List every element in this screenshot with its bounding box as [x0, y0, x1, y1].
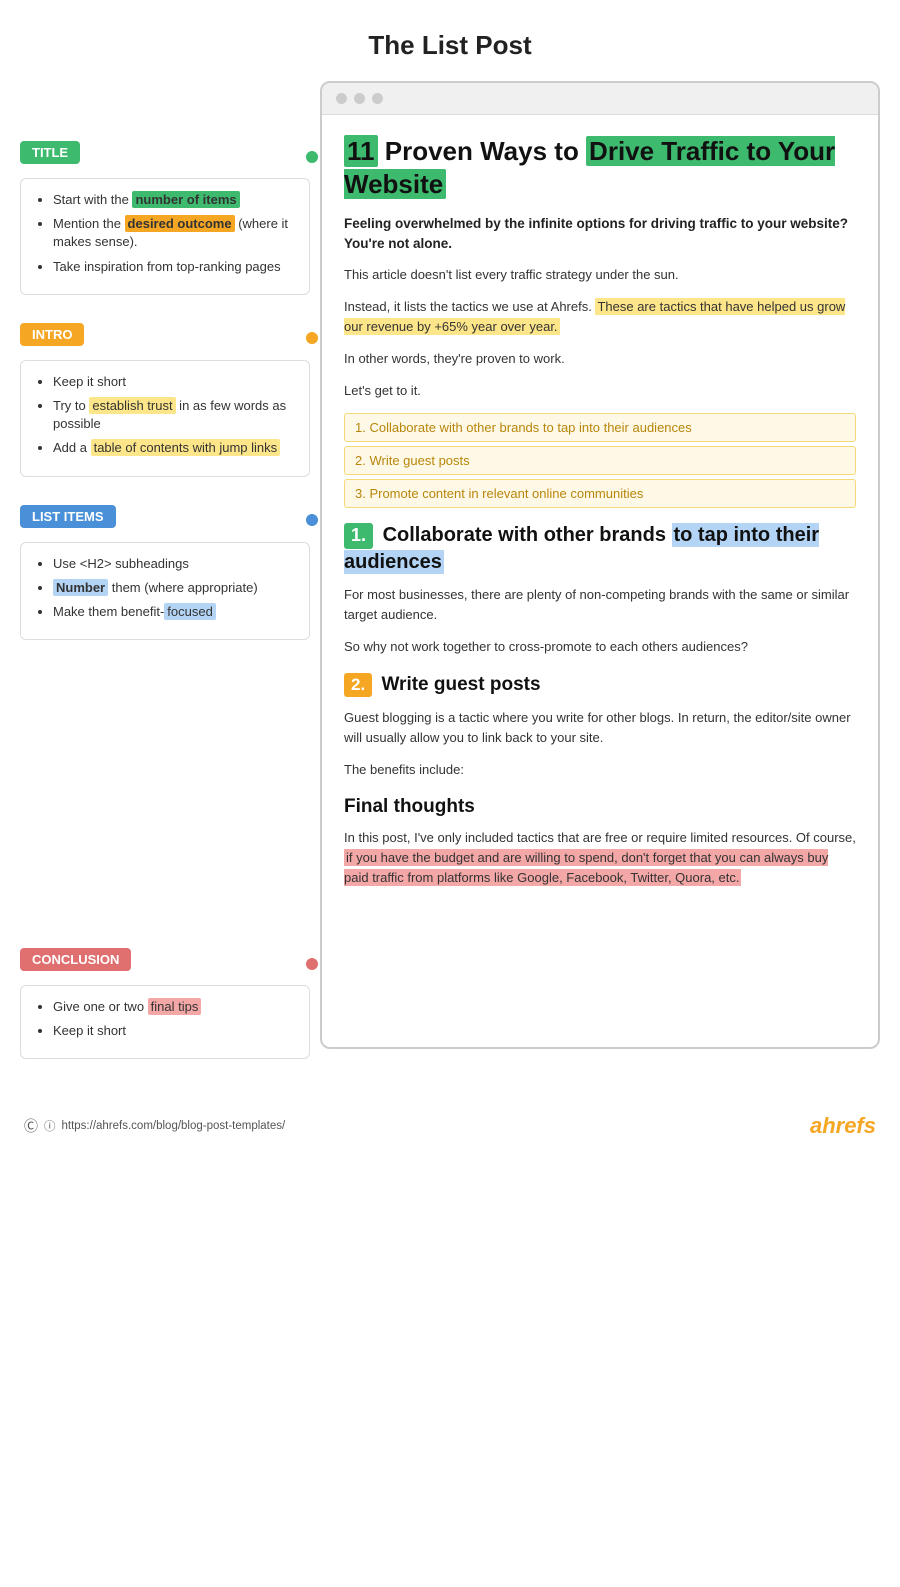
- intro-item-3: Add a table of contents with jump links: [53, 439, 295, 457]
- conclusion-box: Give one or two final tips Keep it short: [20, 985, 310, 1059]
- intro-box: Keep it short Try to establish trust in …: [20, 360, 310, 477]
- final-thoughts-para: In this post, I've only included tactics…: [344, 828, 856, 888]
- final-thoughts-heading: Final thoughts: [344, 796, 856, 818]
- para-2: Instead, it lists the tactics we use at …: [344, 297, 856, 337]
- number-highlight: Number: [53, 579, 108, 596]
- title-item-3: Take inspiration from top-ranking pages: [53, 258, 295, 276]
- ahrefs-logo: ahrefs: [810, 1113, 876, 1139]
- article-title: 11 Proven Ways to Drive Traffic to Your …: [344, 135, 856, 200]
- toc-item-2[interactable]: 2. Write guest posts: [344, 446, 856, 475]
- section-1-para-1: For most businesses, there are plenty of…: [344, 585, 856, 625]
- list-item-1: Use <H2> subheadings: [53, 555, 295, 573]
- section-2-heading: 2. Write guest posts: [344, 673, 856, 698]
- browser-dot-3: [372, 93, 383, 104]
- para-3: In other words, they're proven to work.: [344, 349, 856, 369]
- para-2-start: Instead, it lists the tactics we use at …: [344, 299, 595, 314]
- title-item-2: Mention the desired outcome (where it ma…: [53, 215, 295, 251]
- title-number: 11: [344, 135, 378, 167]
- intro-item-2: Try to establish trust in as few words a…: [53, 397, 295, 433]
- list-items-annotation: LIST ITEMS Use <H2> subheadings Number t…: [20, 505, 310, 641]
- title-label: TITLE: [20, 141, 80, 164]
- section-2-number: 2.: [344, 673, 372, 697]
- info-icon: ⓘ: [44, 1118, 56, 1134]
- conclusion-annotation: CONCLUSION Give one or two final tips Ke…: [20, 948, 310, 1059]
- intro-label: INTRO: [20, 323, 84, 346]
- list-item-3: Make them benefit-focused: [53, 603, 295, 621]
- desired-outcome-highlight: desired outcome: [125, 215, 235, 232]
- establish-trust-highlight: establish trust: [89, 397, 175, 414]
- intro-bold: Feeling overwhelmed by the infinite opti…: [344, 214, 856, 255]
- intro-item-1: Keep it short: [53, 373, 295, 391]
- section-1-heading-text: Collaborate with other brands: [383, 524, 672, 546]
- browser-bar: [322, 83, 878, 115]
- list-items-box: Use <H2> subheadings Number them (where …: [20, 542, 310, 641]
- browser-dot-1: [336, 93, 347, 104]
- section-1-para-2: So why not work together to cross-promot…: [344, 637, 856, 657]
- toc-item-3[interactable]: 3. Promote content in relevant online co…: [344, 479, 856, 508]
- toc-item-1[interactable]: 1. Collaborate with other brands to tap …: [344, 413, 856, 442]
- list-item-2: Number them (where appropriate): [53, 579, 295, 597]
- title-annotation: TITLE Start with the number of items Men…: [20, 141, 310, 295]
- list-items-label: LIST ITEMS: [20, 505, 116, 528]
- section-1-heading: 1. Collaborate with other brands to tap …: [344, 522, 856, 574]
- browser-content: 11 Proven Ways to Drive Traffic to Your …: [322, 115, 878, 921]
- conclusion-item-2: Keep it short: [53, 1022, 295, 1040]
- para-1: This article doesn't list every traffic …: [344, 265, 856, 285]
- section-2-para-1: Guest blogging is a tactic where you wri…: [344, 708, 856, 748]
- footer-url: https://ahrefs.com/blog/blog-post-templa…: [62, 1120, 286, 1132]
- section-2-para-2: The benefits include:: [344, 760, 856, 780]
- title-rest: Proven Ways to: [385, 136, 586, 166]
- number-of-items-highlight: number of items: [132, 191, 239, 208]
- page-title: The List Post: [0, 0, 900, 81]
- footer: Ⓒ ⓘ https://ahrefs.com/blog/blog-post-te…: [0, 1099, 900, 1153]
- browser-window: 11 Proven Ways to Drive Traffic to Your …: [320, 81, 880, 1049]
- toc-highlight: table of contents with jump links: [91, 439, 281, 456]
- section-2-heading-text: Write guest posts: [381, 674, 540, 695]
- final-tips-highlight: final tips: [148, 998, 202, 1015]
- intro-annotation: INTRO Keep it short Try to establish tru…: [20, 323, 310, 477]
- final-thoughts-highlight: if you have the budget and are willing t…: [344, 849, 828, 886]
- title-box: Start with the number of items Mention t…: [20, 178, 310, 295]
- browser-dot-2: [354, 93, 365, 104]
- benefit-focused-highlight: focused: [164, 603, 216, 620]
- conclusion-label: CONCLUSION: [20, 948, 131, 971]
- toc-list: 1. Collaborate with other brands to tap …: [344, 413, 856, 508]
- cc-icon: Ⓒ: [24, 1116, 38, 1136]
- final-thoughts-start: In this post, I've only included tactics…: [344, 830, 856, 845]
- footer-left: Ⓒ ⓘ https://ahrefs.com/blog/blog-post-te…: [24, 1116, 285, 1136]
- conclusion-item-1: Give one or two final tips: [53, 998, 295, 1016]
- section-1-number: 1.: [344, 523, 373, 548]
- para-4: Let's get to it.: [344, 381, 856, 401]
- title-item-1: Start with the number of items: [53, 191, 295, 209]
